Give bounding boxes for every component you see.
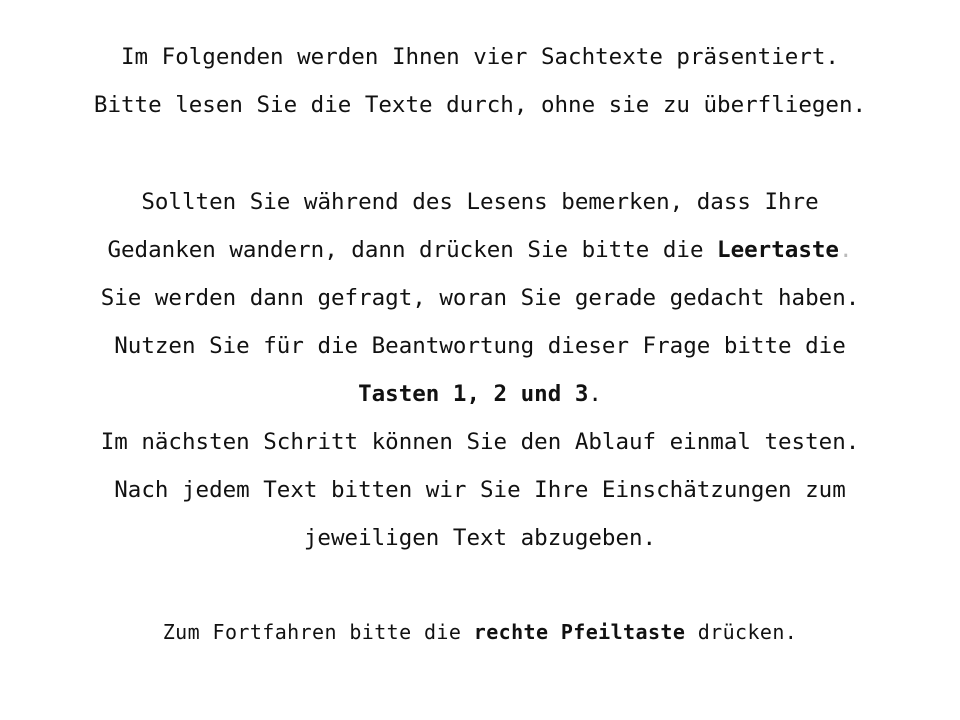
instruction-line-5: Sie werden dann gefragt, woran Sie gerad… (100, 285, 860, 311)
continue-prompt-prefix: Zum Fortfahren bitte die (162, 620, 474, 644)
instruction-line-10: jeweiligen Text abzugeben. (303, 525, 657, 551)
right-arrow-key-label: rechte Pfeiltaste (473, 620, 686, 644)
number-keys-label: Tasten 1, 2 und 3 (358, 381, 589, 407)
instruction-line-3: Sollten Sie während des Lesens bemerken,… (141, 189, 819, 215)
intro-line-2: Bitte lesen Sie die Texte durch, ohne si… (93, 92, 867, 118)
space-key-label: Leertaste (717, 237, 839, 263)
instruction-line-9: Nach jedem Text bitten wir Sie Ihre Eins… (114, 477, 846, 503)
instruction-line-4: Gedanken wandern, dann drücken Sie bitte… (0, 235, 960, 265)
instruction-line-4-text: Gedanken wandern, dann drücken Sie bitte… (107, 237, 718, 263)
instruction-line-6: Nutzen Sie für die Beantwortung dieser F… (114, 333, 846, 359)
instruction-screen: Im Folgenden werden Ihnen vier Sachtexte… (0, 0, 960, 720)
continue-prompt-suffix: drücken. (685, 620, 798, 644)
instruction-line-7: Tasten 1, 2 und 3. (0, 379, 960, 409)
continue-prompt: Zum Fortfahren bitte die rechte Pfeiltas… (0, 617, 960, 647)
instruction-line-8: Im nächsten Schritt können Sie den Ablau… (100, 429, 860, 455)
instruction-line-4-period: . (838, 237, 853, 263)
instruction-line-7-period: . (588, 381, 602, 407)
intro-line-1: Im Folgenden werden Ihnen vier Sachtexte… (121, 44, 839, 70)
